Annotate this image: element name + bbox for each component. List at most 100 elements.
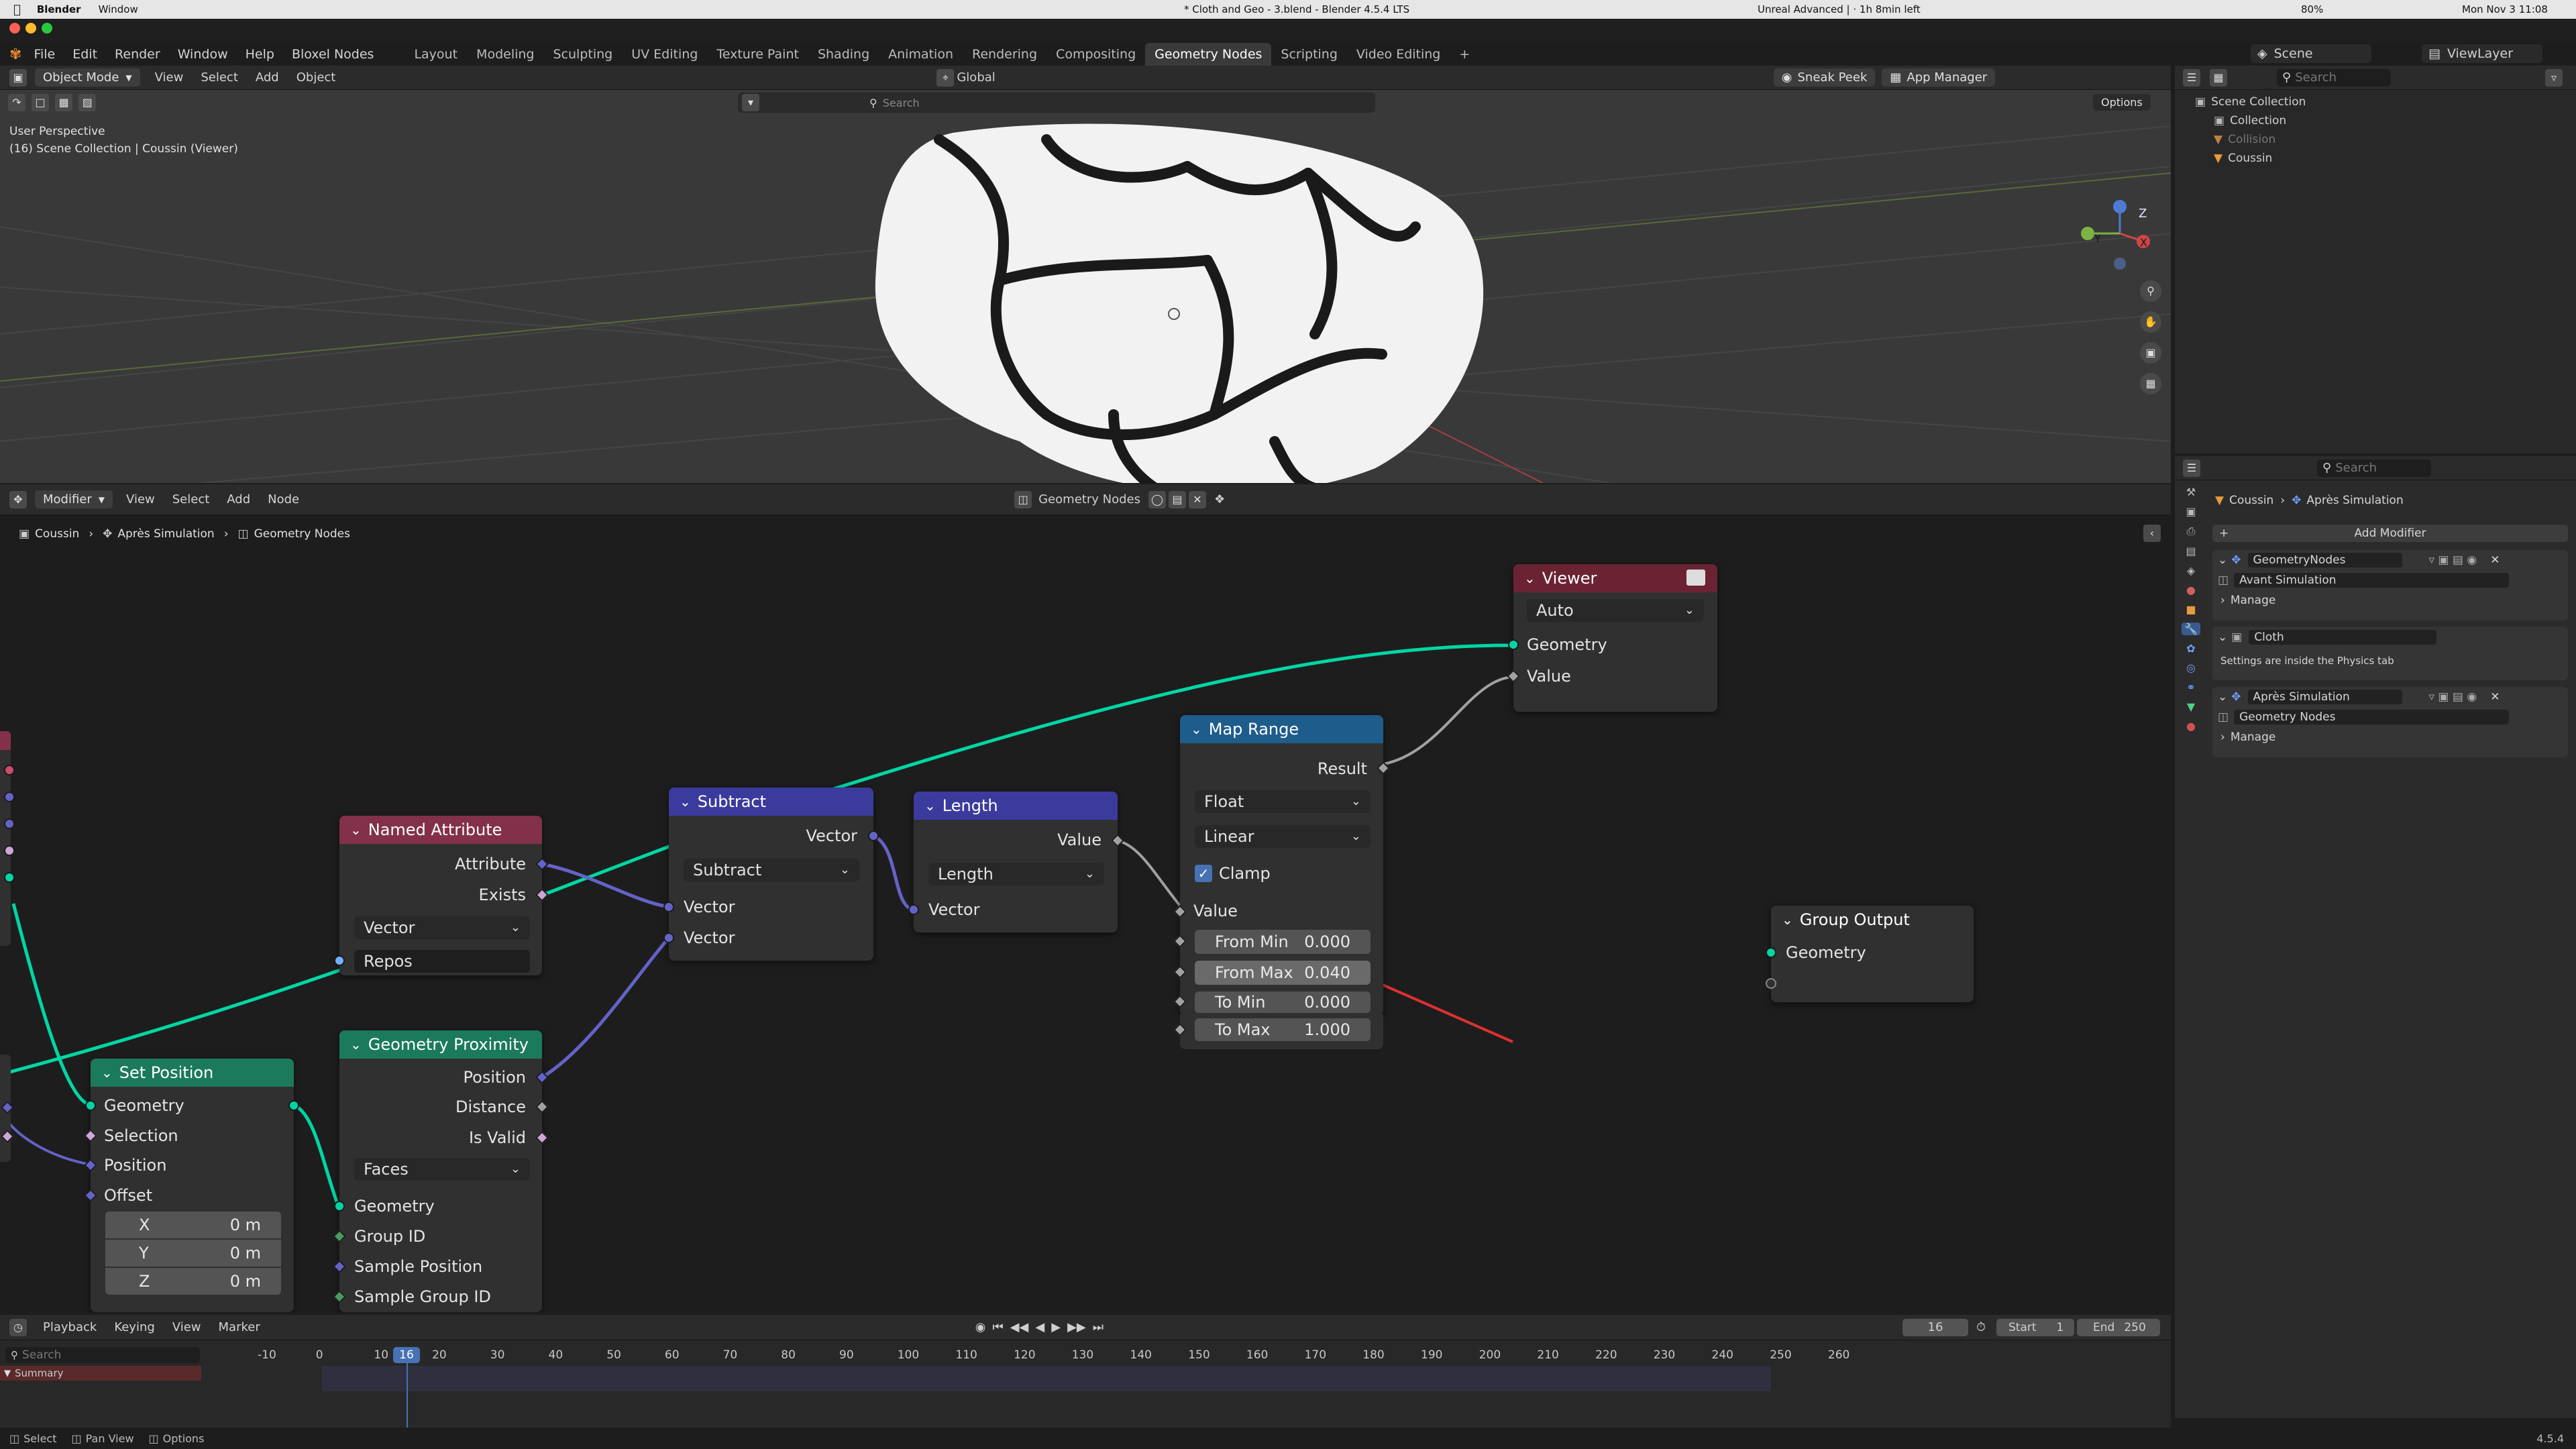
physics-tab-icon[interactable]: ◎ <box>2186 661 2196 674</box>
menu-help[interactable]: Help <box>246 47 274 62</box>
data-tab-icon[interactable]: ▼ <box>2187 700 2195 713</box>
viewer-toggle-icon[interactable] <box>1686 570 1705 586</box>
scene-selector[interactable]: ◈ Scene <box>2251 44 2371 63</box>
socket-input-vector-a[interactable] <box>663 902 674 912</box>
domain-dropdown[interactable]: Auto ⌄ <box>1527 599 1704 622</box>
modifier-toggle-icons[interactable]: ▿ ▣ ▤ ◉ <box>2429 553 2477 567</box>
properties-editor-icon[interactable]: ☰ <box>2183 459 2200 477</box>
socket-output[interactable] <box>4 818 15 829</box>
zoom-icon[interactable]: ⚲ <box>2140 280 2161 302</box>
editor-type-icon[interactable]: ▣ <box>9 68 27 87</box>
jump-start-icon[interactable]: ⏮ <box>992 1320 1003 1334</box>
close-window-icon[interactable] <box>9 23 20 34</box>
chevron-down-icon[interactable]: ⌄ <box>2218 690 2227 704</box>
view-layer-selector[interactable]: ▤ ViewLayer <box>2422 44 2542 63</box>
attribute-name-field[interactable]: Repos <box>354 950 530 973</box>
add-workspace-icon[interactable]: + <box>1450 43 1479 66</box>
tab-sculpting[interactable]: Sculpting <box>543 43 622 66</box>
output-tab-icon[interactable]: ⎙ <box>2187 525 2196 538</box>
play-icon[interactable]: ▶ <box>1051 1320 1061 1334</box>
operation-dropdown[interactable]: Subtract ⌄ <box>684 859 859 881</box>
sidebar-toggle-icon[interactable]: ‹ <box>2143 525 2161 542</box>
modifier-name-field[interactable]: Après Simulation <box>2247 690 2402 704</box>
viewport-search-bar[interactable]: ▾ ⚲ Search <box>738 93 1375 113</box>
modifier-tab-icon[interactable]: 🔧 <box>2182 623 2200 635</box>
jump-end-icon[interactable]: ⏭ <box>1093 1320 1104 1334</box>
menu-edit[interactable]: Edit <box>72 47 97 62</box>
close-icon[interactable]: ✕ <box>2490 553 2500 567</box>
socket-input-geometry[interactable] <box>1766 947 1776 958</box>
offscreen-node[interactable] <box>0 731 15 946</box>
outliner-editor-icon[interactable]: ☰ <box>2183 68 2200 87</box>
socket-input-name[interactable] <box>334 955 345 966</box>
offset-z-field[interactable]: Z 0 m <box>105 1268 281 1295</box>
data-type-dropdown[interactable]: Vector ⌄ <box>354 916 530 939</box>
node-group-output[interactable]: ⌄ Group Output Geometry <box>1766 906 1974 1002</box>
tab-geometry-nodes[interactable]: Geometry Nodes <box>1145 43 1272 66</box>
outliner-item-collision[interactable]: ▼ Collision <box>2195 130 2306 149</box>
current-frame-field[interactable]: 16 <box>1902 1319 1968 1336</box>
object-tab-icon[interactable]: ■ <box>2186 603 2196 616</box>
app-manager-button[interactable]: ▦ App Manager <box>1882 68 1996 87</box>
stopwatch-icon[interactable]: ⏱ <box>1976 1320 1986 1334</box>
field-to-max[interactable]: To Max 1.000 <box>1195 1018 1371 1041</box>
socket-input-vector[interactable] <box>908 904 919 915</box>
socket-input-geometry[interactable] <box>85 1100 96 1111</box>
particles-tab-icon[interactable]: ✿ <box>2186 642 2195 655</box>
operation-dropdown[interactable]: Length ⌄ <box>928 863 1104 885</box>
node-editor[interactable]: ✥ Modifier ▼ View Select Add Node ◫ Geome… <box>0 484 2171 1312</box>
properties-search[interactable]: ⚲ Search <box>2317 459 2431 477</box>
collapse-chevron-icon[interactable]: ⌄ <box>1782 912 1793 928</box>
target-element-dropdown[interactable]: Faces ⌄ <box>354 1158 530 1181</box>
select-tool-icon[interactable]: ↷ <box>8 94 25 111</box>
blender-logo-icon[interactable]: ✾ <box>9 46 21 63</box>
node-length[interactable]: ⌄ Length Value Length ⌄ Vector <box>908 792 1124 932</box>
record-icon[interactable]: ◉ <box>975 1320 986 1334</box>
outliner-search[interactable]: ⚲ Search <box>2277 68 2391 87</box>
select-box-icon[interactable]: □ <box>32 94 50 111</box>
menu-render[interactable]: Render <box>115 47 160 62</box>
timeline-menu-keying[interactable]: Keying <box>114 1320 154 1334</box>
offset-x-field[interactable]: X 0 m <box>105 1212 281 1238</box>
manage-subpanel[interactable]: › Manage <box>2212 727 2568 747</box>
next-keyframe-icon[interactable]: ▶▶ <box>1067 1320 1086 1334</box>
socket-output[interactable] <box>4 765 15 775</box>
tab-rendering[interactable]: Rendering <box>963 43 1046 66</box>
tab-layout[interactable]: Layout <box>405 43 467 66</box>
select-subtract-icon[interactable]: ▨ <box>78 94 97 111</box>
options-button[interactable]: Options <box>2093 94 2151 111</box>
socket-output[interactable] <box>4 845 15 856</box>
constraints-tab-icon[interactable]: ⚭ <box>2186 681 2195 694</box>
viewport-menu-object[interactable]: Object <box>297 70 336 85</box>
field-from-max[interactable]: From Max 0.040 <box>1195 961 1371 985</box>
offscreen-node[interactable] <box>0 1055 14 1162</box>
camera-icon[interactable]: ▣ <box>2140 342 2161 364</box>
apple-icon[interactable]:  <box>13 3 21 17</box>
node-subtract[interactable]: ⌄ Subtract Vector Subtract ⌄ Vector Vecto… <box>663 788 879 961</box>
app-menu[interactable]: Blender <box>37 3 81 15</box>
close-icon[interactable]: ✕ <box>2490 690 2500 704</box>
sneak-peek-button[interactable]: ◉ Sneak Peek <box>1773 68 1876 87</box>
chevron-down-icon[interactable]: ⌄ <box>2218 631 2227 644</box>
collapse-chevron-icon[interactable]: ⌄ <box>101 1065 113 1081</box>
start-frame-field[interactable]: Start 1 <box>1996 1319 2074 1336</box>
tab-animation[interactable]: Animation <box>879 43 963 66</box>
tab-shading[interactable]: Shading <box>808 43 879 66</box>
socket-input-geometry[interactable] <box>1508 639 1519 650</box>
socket-output-vector[interactable] <box>868 830 879 841</box>
node-geometry-proximity[interactable]: ⌄ Geometry Proximity Position Distance I… <box>333 1030 549 1312</box>
node-tree-field[interactable]: Avant Simulation <box>2234 573 2510 588</box>
collapse-chevron-icon[interactable]: ⌄ <box>1191 721 1202 737</box>
offset-y-field[interactable]: Y 0 m <box>105 1240 281 1267</box>
playhead-frame[interactable]: 16 <box>393 1347 420 1363</box>
add-modifier-button[interactable]: + Add Modifier <box>2212 525 2568 542</box>
socket-input-empty[interactable] <box>1766 978 1776 989</box>
socket-input-vector-b[interactable] <box>663 932 674 943</box>
play-reverse-icon[interactable]: ◀ <box>1035 1320 1044 1334</box>
node-map-range[interactable]: ⌄ Map Range Result Float ⌄ Linear ⌄ ✓ Clam… <box>1173 715 1390 1016</box>
tab-modeling[interactable]: Modeling <box>467 43 543 66</box>
tab-scripting[interactable]: Scripting <box>1271 43 1347 66</box>
tab-texture-paint[interactable]: Texture Paint <box>707 43 808 66</box>
timeline-editor-icon[interactable]: ◷ <box>9 1318 27 1336</box>
socket-input-geometry[interactable] <box>334 1201 345 1212</box>
